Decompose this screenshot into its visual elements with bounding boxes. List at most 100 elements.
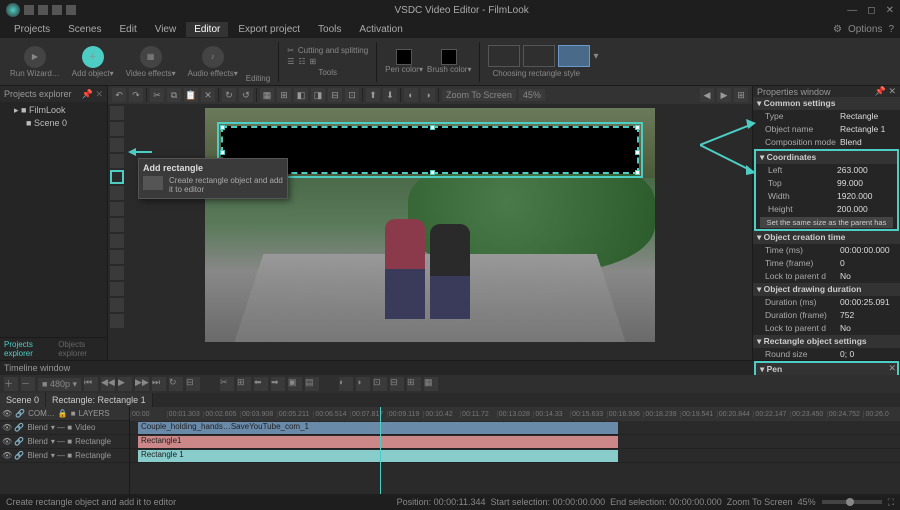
tab-scenes[interactable]: Scenes: [60, 22, 109, 37]
tab-view[interactable]: View: [147, 22, 185, 37]
paste-icon[interactable]: 📋: [184, 88, 198, 102]
next-frame-icon[interactable]: ▶▶: [135, 377, 149, 391]
tab-activation[interactable]: Activation: [351, 22, 410, 37]
align-icon[interactable]: ▦: [260, 88, 274, 102]
timeline-ruler[interactable]: 00:0000:01.30300:02.60500:03.90800:05.21…: [130, 407, 900, 421]
projects-explorer-panel: Projects explorer 📌 ✕ ▸ ■ FilmLook ■ Sce…: [0, 86, 108, 360]
cutting-label[interactable]: Cutting and splitting: [298, 46, 368, 55]
tab-objects-explorer[interactable]: Objects explorer: [54, 338, 107, 360]
line-tool-icon[interactable]: [110, 122, 124, 136]
timeline-track-area[interactable]: 00:0000:01.30300:02.60500:03.90800:05.21…: [130, 407, 900, 494]
maximize-icon[interactable]: ◻: [867, 5, 875, 16]
counter-tool-icon[interactable]: [110, 298, 124, 312]
canvas-area: ↶ ↷ ✂ ⧉ 📋 ✕ ↻ ↺ ▦ ⊞ ◧ ◨ ⊟ ⊡ ⬆ ⬇ ◐ ◑ Zoom…: [108, 86, 752, 360]
pin-icon[interactable]: 📌 ✕: [875, 86, 896, 97]
track-header-rect2[interactable]: 👁 🔗 Blend ▾ — ■ Rectangle: [0, 449, 129, 463]
clip-video[interactable]: Couple_holding_hands…SaveYouTube_com_1: [138, 422, 618, 434]
zoom-value-dropdown[interactable]: 45%: [519, 89, 545, 101]
section-oct[interactable]: ▾ Object creation time: [753, 231, 900, 244]
add-object-button[interactable]: ＋Add object▾: [68, 46, 118, 78]
object-name-field[interactable]: Rectangle 1: [840, 123, 896, 136]
section-odd[interactable]: ▾ Object drawing duration: [753, 283, 900, 296]
shape-tools: [108, 104, 126, 330]
rect-style-picker[interactable]: ▾: [488, 45, 598, 67]
quick-access[interactable]: [24, 5, 76, 15]
playhead[interactable]: [380, 407, 381, 494]
statusbar: Create rectangle object and add it to ed…: [0, 494, 900, 510]
gear-icon[interactable]: ⚙: [833, 24, 842, 35]
width-field[interactable]: 1920.000: [837, 190, 893, 203]
run-wizard-button[interactable]: ▶Run Wizard…: [6, 46, 64, 78]
top-field[interactable]: 99.000: [837, 177, 893, 190]
clip-rect2[interactable]: Rectangle 1: [138, 450, 618, 462]
image-tool-icon[interactable]: [110, 250, 124, 264]
tree-scene[interactable]: ■ Scene 0: [4, 117, 103, 129]
zoom-slider[interactable]: [822, 500, 882, 504]
pen-color-button[interactable]: Pen color▾: [385, 49, 423, 74]
options-link[interactable]: Options: [848, 24, 882, 35]
delete-icon[interactable]: ✕: [201, 88, 215, 102]
titlebar: VSDC Video Editor - FilmLook — ◻ ✕: [0, 0, 900, 20]
section-coords[interactable]: ▾ Coordinates: [756, 151, 897, 164]
cut-icon[interactable]: ✂: [150, 88, 164, 102]
skip-end-icon[interactable]: ⏭: [152, 377, 166, 391]
editing-group-label: Editing: [246, 74, 270, 83]
loop-icon[interactable]: ↻: [169, 377, 183, 391]
ellipse-tool-icon[interactable]: [110, 186, 124, 200]
skip-start-icon[interactable]: ⏮: [84, 377, 98, 391]
close-icon[interactable]: ✕: [888, 363, 896, 374]
resolution-dropdown[interactable]: ■ 480p ▾: [38, 378, 81, 391]
audio-effects-button[interactable]: ♪Audio effects▾: [184, 46, 242, 78]
set-same-size-button[interactable]: Set the same size as the parent has: [760, 217, 893, 228]
clip-rect1[interactable]: Rectangle1: [138, 436, 618, 448]
brush-color-button[interactable]: Brush color▾: [427, 49, 471, 74]
preview-canvas[interactable]: [205, 108, 655, 342]
text-tool-icon[interactable]: [110, 202, 124, 216]
video-effects-button[interactable]: ▦Video effects▾: [122, 46, 180, 78]
left-field[interactable]: 263.000: [837, 164, 893, 177]
track-header-rect1[interactable]: 👁 🔗 Blend ▾ — ■ Rectangle: [0, 435, 129, 449]
video-tool-icon[interactable]: [110, 266, 124, 280]
timeline-panel: Timeline window✕ ＋－ ■ 480p ▾ ⏮ ◀◀ ▶ ▶▶ ⏭…: [0, 360, 900, 494]
zoom-mode-dropdown[interactable]: Zoom To Screen: [442, 89, 516, 101]
copy-icon[interactable]: ⧉: [167, 88, 181, 102]
tab-editor[interactable]: Editor: [186, 22, 228, 37]
fullscreen-icon[interactable]: ⛶: [888, 497, 894, 508]
play-icon[interactable]: ▶: [118, 377, 132, 391]
shape-tool-icon[interactable]: [110, 218, 124, 232]
timeline-tab-scene[interactable]: Scene 0: [0, 393, 46, 407]
ribbon: ▶Run Wizard… ＋Add object▾ ▦Video effects…: [0, 38, 900, 86]
pencil-tool-icon[interactable]: [110, 154, 124, 168]
tab-edit[interactable]: Edit: [111, 22, 144, 37]
timeline-tab-rect[interactable]: Rectangle: Rectangle 1: [46, 393, 153, 407]
pin-icon[interactable]: 📌 ✕: [82, 89, 103, 100]
tree-root[interactable]: ▸ ■ FilmLook: [4, 104, 103, 117]
tools-group-label: Tools: [287, 68, 368, 77]
prev-frame-icon[interactable]: ◀◀: [101, 377, 115, 391]
tab-projects-explorer[interactable]: Projects explorer: [0, 338, 54, 360]
audio-tool-icon[interactable]: [110, 282, 124, 296]
comp-mode-field[interactable]: Blend: [840, 136, 896, 149]
redo-icon[interactable]: ↷: [129, 88, 143, 102]
chart-tool-icon[interactable]: [110, 234, 124, 248]
timeline-title: Timeline window: [4, 363, 70, 373]
help-icon[interactable]: ?: [888, 24, 894, 35]
menubar: Projects Scenes Edit View Editor Export …: [0, 20, 900, 38]
curve-tool-icon[interactable]: [110, 138, 124, 152]
rotate2-icon[interactable]: ↺: [239, 88, 253, 102]
rotate-icon[interactable]: ↻: [222, 88, 236, 102]
pointer-tool-icon[interactable]: [110, 106, 124, 120]
tab-tools[interactable]: Tools: [310, 22, 349, 37]
rectangle-tool-icon[interactable]: [110, 170, 124, 184]
projects-explorer-title: Projects explorer: [4, 89, 72, 99]
minimize-icon[interactable]: —: [847, 5, 857, 16]
undo-icon[interactable]: ↶: [112, 88, 126, 102]
tab-export[interactable]: Export project: [230, 22, 308, 37]
section-common[interactable]: ▾ Common settings: [753, 97, 900, 110]
subtitle-tool-icon[interactable]: [110, 314, 124, 328]
close-icon[interactable]: ✕: [886, 5, 894, 16]
tab-projects[interactable]: Projects: [6, 22, 58, 37]
section-ros[interactable]: ▾ Rectangle object settings: [753, 335, 900, 348]
track-header-video[interactable]: 👁 🔗 Blend ▾ — ■ Video: [0, 421, 129, 435]
height-field[interactable]: 200.000: [837, 203, 893, 216]
